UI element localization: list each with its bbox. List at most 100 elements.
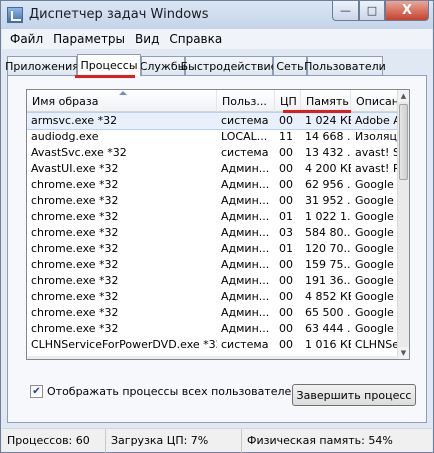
cell-description: Изоляци: [355, 130, 399, 143]
cell-user: система: [221, 338, 269, 351]
tab-strip: Приложения Процессы Службы Быстродействи…: [5, 54, 427, 76]
table-row[interactable]: chrome.exe *32 Админ... 01 120 70... Google: [27, 241, 399, 257]
cell-description: Adobe A: [355, 114, 399, 127]
tab-applications[interactable]: Приложения: [5, 56, 79, 75]
table-row[interactable]: chrome.exe *32 Админ... 00 31 952 ... Google: [27, 193, 399, 209]
table-row[interactable]: CLHNServiceForPowerDVD.exe *32 система 00 1…: [27, 337, 399, 353]
cell-cpu: 00: [279, 322, 293, 335]
minimize-button[interactable]: —: [332, 1, 359, 21]
checkmark-icon[interactable]: ✔: [30, 385, 43, 398]
cell-memory: 584 80...: [305, 226, 351, 239]
cell-description: Google: [355, 210, 394, 223]
table-row[interactable]: armsvc.exe *32 система 00 1 024 КБ Adobe A: [27, 112, 400, 130]
tab-performance[interactable]: Быстродействие: [181, 56, 277, 75]
cell-description: Google: [355, 194, 394, 207]
cell-description: Google: [355, 306, 394, 319]
cell-user: Админ...: [221, 258, 270, 271]
cell-description: Google: [355, 258, 394, 271]
maximize-button[interactable]: □: [359, 1, 385, 21]
vertical-scrollbar[interactable]: ▲ ▼: [397, 90, 409, 359]
menu-options[interactable]: Параметры: [49, 32, 129, 46]
cell-memory: 1 024 КБ: [305, 114, 351, 127]
cell-image-name: CLHNServiceForPowerDVD.exe *32: [31, 338, 217, 351]
table-row[interactable]: AvastUI.exe *32 Админ... 00 4 200 КБ avast! …: [27, 161, 399, 177]
table-row[interactable]: chrome.exe *32 Админ... 00 191 36... Google: [27, 273, 399, 289]
cell-description: Google: [355, 274, 394, 287]
cell-user: Админ...: [221, 290, 270, 303]
cell-user: Админ...: [221, 194, 270, 207]
cell-user: Админ...: [221, 242, 270, 255]
status-bar: Процессов: 60 Загрузка ЦП: 7% Физическая…: [2, 428, 432, 453]
list-body: armsvc.exe *32 система 00 1 024 КБ Adobe A au…: [27, 112, 400, 359]
tab-services[interactable]: Службы: [140, 56, 186, 75]
task-manager-window: Диспетчер задач Windows — □ X Файл Парам…: [0, 0, 434, 453]
cell-description: Google: [355, 322, 394, 335]
table-row[interactable]: chrome.exe *32 Админ... 00 62 956 ... Google: [27, 177, 399, 193]
cell-cpu: 01: [279, 210, 293, 223]
menu-file[interactable]: Файл: [6, 32, 47, 46]
scroll-thumb[interactable]: [399, 104, 408, 180]
cell-memory: 31 952 ...: [305, 194, 351, 207]
processes-panel: Имя образа Польз... ЦП Память... Описан …: [7, 75, 427, 423]
cell-image-name: chrome.exe *32: [31, 194, 119, 207]
table-row[interactable]: chrome.exe *32 Админ... 01 1 022 1... Google: [27, 209, 399, 225]
cell-image-name: audiodg.exe: [31, 130, 99, 143]
cell-cpu: 00: [279, 290, 293, 303]
menu-help[interactable]: Справка: [165, 32, 226, 46]
show-all-users-row[interactable]: ✔ Отображать процессы всех пользователей: [30, 385, 298, 398]
table-row[interactable]: chrome.exe *32 Админ... 00 63 444 ... Google: [27, 321, 399, 337]
processes-tab-highlight: [75, 75, 135, 78]
column-memory[interactable]: Память...: [301, 90, 351, 112]
cell-description: CLHNSe: [355, 338, 399, 351]
cell-cpu: 11: [279, 130, 293, 143]
column-cpu[interactable]: ЦП: [275, 90, 301, 112]
tab-network[interactable]: Сеть: [273, 56, 307, 75]
scroll-up-icon[interactable]: ▲: [398, 90, 409, 102]
cell-image-name: chrome.exe *32: [31, 290, 119, 303]
cell-memory: 4 852 КБ: [305, 290, 351, 303]
cell-user: Админ...: [221, 178, 270, 191]
table-row[interactable]: chrome.exe *32 Админ... 00 65 500 ... Google: [27, 305, 399, 321]
cell-memory: 159 75...: [305, 258, 351, 271]
cell-image-name: chrome.exe *32: [31, 210, 119, 223]
cell-image-name: AvastUI.exe *32: [31, 162, 119, 175]
status-cpu-load: Загрузка ЦП: 7%: [106, 429, 242, 453]
cell-memory: 1 022 1...: [305, 210, 351, 223]
cell-image-name: chrome.exe *32: [31, 178, 119, 191]
window-title: Диспетчер задач Windows: [29, 7, 209, 22]
title-bar[interactable]: Диспетчер задач Windows — □ X: [1, 1, 433, 29]
cell-memory: 120 70...: [305, 242, 351, 255]
table-row[interactable]: audiodg.exe LOCAL... 11 14 668 ... Изоляци: [27, 129, 399, 145]
scroll-down-icon[interactable]: ▼: [398, 347, 409, 359]
cell-cpu: 00: [279, 194, 293, 207]
cell-cpu: 03: [279, 226, 293, 239]
menu-bar: Файл Параметры Вид Справка: [2, 29, 432, 49]
close-button[interactable]: X: [385, 1, 429, 21]
process-list[interactable]: Имя образа Польз... ЦП Память... Описан …: [26, 89, 410, 360]
cell-user: Админ...: [221, 226, 270, 239]
column-description[interactable]: Описан: [351, 90, 399, 112]
table-row[interactable]: chrome.exe *32 Админ... 03 584 80... Google: [27, 225, 399, 241]
status-physical-memory: Физическая память: 54%: [247, 434, 393, 447]
cell-user: LOCAL...: [221, 130, 268, 143]
cell-memory: 62 956 ...: [305, 178, 351, 191]
column-user[interactable]: Польз...: [217, 90, 275, 112]
cell-cpu: 00: [279, 162, 293, 175]
tab-processes[interactable]: Процессы: [77, 54, 141, 76]
cell-memory: 191 36...: [305, 274, 351, 287]
menu-view[interactable]: Вид: [131, 32, 163, 46]
horizontal-scrollbar[interactable]: [27, 356, 399, 359]
table-row[interactable]: chrome.exe *32 Админ... 00 4 852 КБ Google: [27, 289, 399, 305]
cell-image-name: AvastSvc.exe *32: [31, 146, 127, 159]
cell-image-name: chrome.exe *32: [31, 226, 119, 239]
cell-memory: 4 200 КБ: [305, 162, 351, 175]
cell-description: Google: [355, 178, 394, 191]
tab-users[interactable]: Пользователи: [304, 56, 386, 75]
end-process-button[interactable]: Завершить процесс: [292, 384, 416, 406]
task-manager-icon: [7, 7, 23, 23]
table-row[interactable]: AvastSvc.exe *32 система 00 13 432 ... avast…: [27, 145, 399, 161]
table-row[interactable]: chrome.exe *32 Админ... 00 159 75... Google: [27, 257, 399, 273]
show-all-users-label[interactable]: Отображать процессы всех пользователей: [47, 385, 298, 398]
cell-image-name: chrome.exe *32: [31, 274, 119, 287]
cell-image-name: chrome.exe *32: [31, 322, 119, 335]
